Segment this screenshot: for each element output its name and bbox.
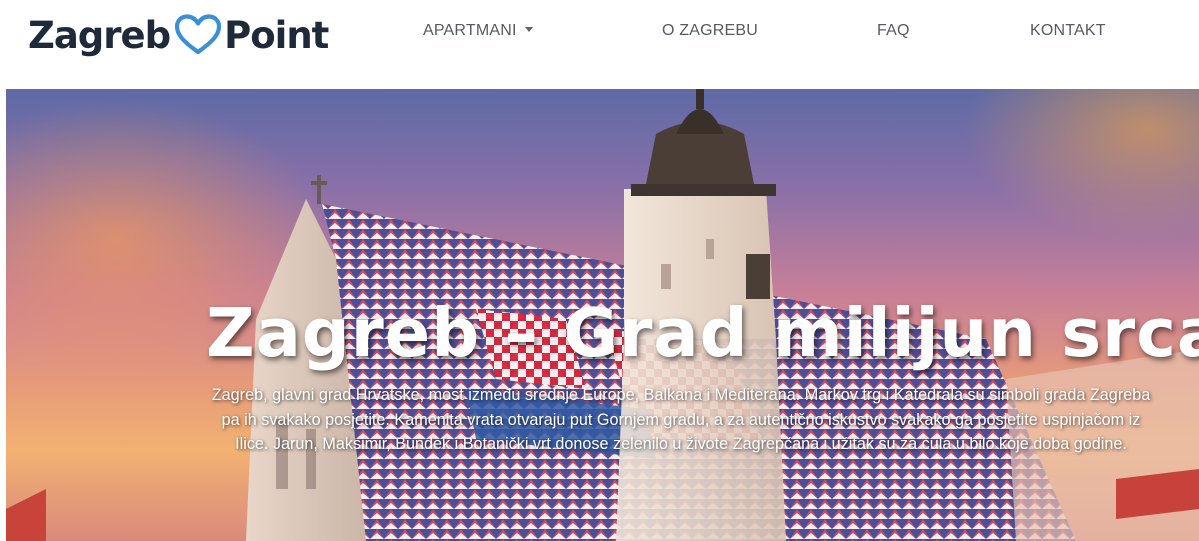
chevron-down-icon [524, 27, 533, 33]
nav-item-label: APARTMANI [423, 22, 517, 39]
hero-description: Zagreb, glavni grad Hrvatske, most izmeđ… [211, 386, 1151, 453]
nav-item-o-zagrebu[interactable]: O ZAGREBU [662, 22, 758, 40]
heart-icon [175, 14, 222, 55]
hero-title: Zagreb – Grad milijun srca [206, 294, 1199, 372]
site-header: Zagreb Point APARTMANI O ZAGREBU FAQ KON… [0, 0, 1199, 89]
hero-section: Zagreb – Grad milijun srca Zagreb, glavn… [6, 89, 1199, 541]
nav-item-kontakt[interactable]: KONTAKT [1030, 22, 1106, 40]
logo-text-left: Zagreb [28, 13, 171, 57]
nav-item-apartmani[interactable]: APARTMANI [423, 22, 533, 40]
logo-text-right: Point [224, 13, 329, 57]
nav-item-faq[interactable]: FAQ [877, 22, 910, 40]
site-logo[interactable]: Zagreb Point [28, 10, 329, 60]
